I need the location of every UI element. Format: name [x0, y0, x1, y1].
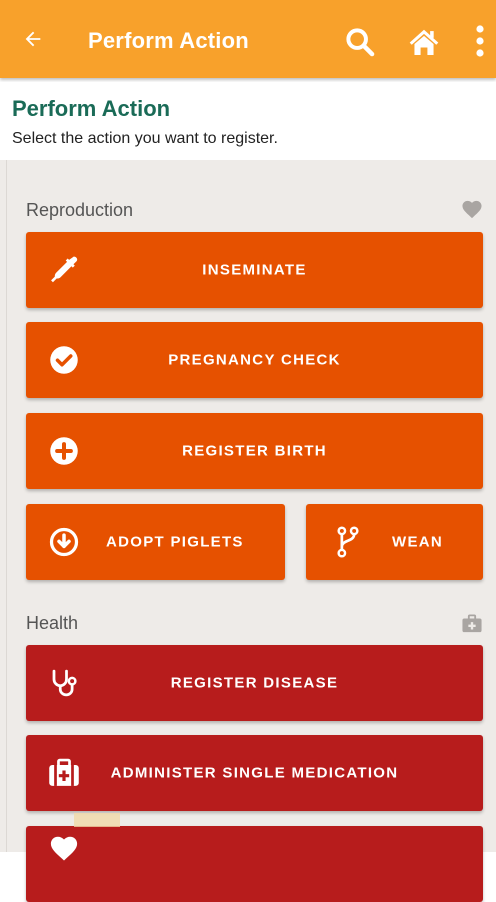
- divider: [6, 160, 7, 852]
- administer-single-medication-button[interactable]: ADMINISTER SINGLE MEDICATION: [26, 735, 483, 811]
- pregnancy-check-button[interactable]: PREGNANCY CHECK: [26, 322, 483, 398]
- register-disease-label: REGISTER DISEASE: [170, 674, 339, 692]
- wean-button[interactable]: WEAN: [306, 504, 483, 580]
- administer-single-medication-label: ADMINISTER SINGLE MEDICATION: [110, 764, 399, 782]
- heart-icon: [460, 197, 484, 221]
- inseminate-button[interactable]: INSEMINATE: [26, 232, 483, 308]
- adopt-piglets-button[interactable]: ADOPT PIGLETS: [26, 504, 285, 580]
- register-birth-label: REGISTER BIRTH: [182, 442, 327, 460]
- heart-icon: [48, 832, 80, 864]
- arrow-down-circle-icon: [48, 526, 80, 558]
- section-title-reproduction: Reproduction: [26, 200, 134, 220]
- more-vertical-icon[interactable]: [468, 18, 492, 64]
- section-title-health: Health: [26, 613, 79, 633]
- register-birth-button[interactable]: REGISTER BIRTH: [26, 413, 483, 489]
- medkit-icon: [460, 612, 484, 636]
- page-header: Perform Action Select the action you wan…: [0, 82, 496, 160]
- search-icon[interactable]: [340, 22, 380, 62]
- arrow-left-icon[interactable]: [16, 22, 50, 56]
- inseminate-label: INSEMINATE: [202, 261, 307, 279]
- wean-label: WEAN: [392, 533, 444, 551]
- page-subtitle: Select the action you want to register.: [12, 130, 278, 147]
- app-bar-title: Perform Action: [88, 28, 249, 53]
- adopt-piglets-label: ADOPT PIGLETS: [106, 533, 244, 551]
- register-disease-button[interactable]: REGISTER DISEASE: [26, 645, 483, 721]
- pregnancy-check-label: PREGNANCY CHECK: [168, 351, 341, 369]
- page-title: Perform Action: [12, 96, 171, 121]
- code-branch-icon: [332, 526, 364, 558]
- home-icon[interactable]: [404, 22, 444, 62]
- scroll-indicator: [74, 813, 120, 827]
- app-bar: Perform Action: [0, 0, 496, 78]
- partial-health-button[interactable]: [26, 826, 483, 902]
